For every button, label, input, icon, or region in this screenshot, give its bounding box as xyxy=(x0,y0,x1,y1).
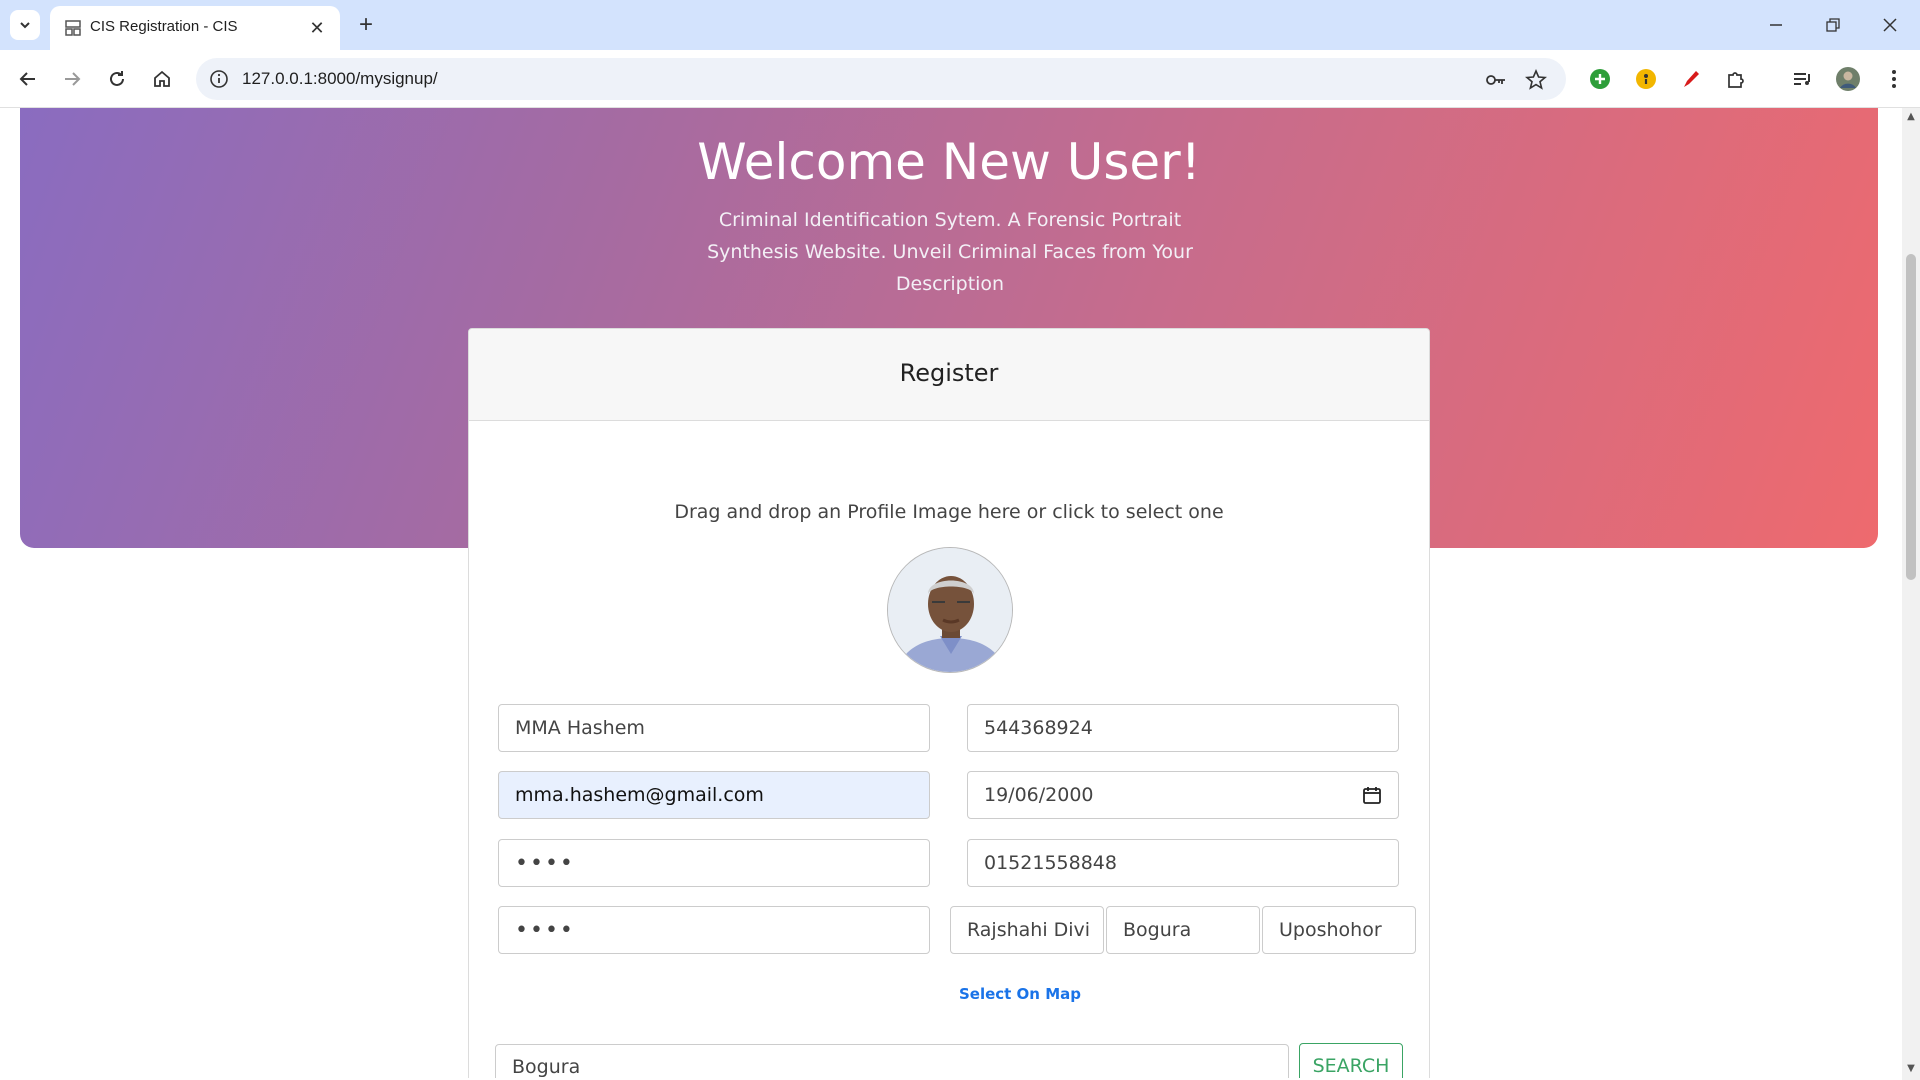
page-viewport: Welcome New User! Criminal Identificatio… xyxy=(0,108,1902,1078)
browser-menu-icon[interactable] xyxy=(1880,65,1908,93)
back-button[interactable] xyxy=(12,63,44,95)
minimize-button[interactable] xyxy=(1756,9,1796,41)
extension-green-plus-icon[interactable] xyxy=(1586,65,1614,93)
address-bar[interactable]: 127.0.0.1:8000/mysignup/ xyxy=(196,58,1566,100)
register-title: Register xyxy=(899,359,999,387)
home-button[interactable] xyxy=(146,63,178,95)
close-tab-icon[interactable]: ✕ xyxy=(306,17,328,39)
nid-input[interactable]: 544368924 xyxy=(967,704,1399,752)
upazila-input[interactable]: Uposhohor xyxy=(1262,906,1416,954)
arrow-left-icon xyxy=(19,72,35,86)
new-tab-button[interactable]: + xyxy=(352,11,380,39)
extension-yellow-icon[interactable] xyxy=(1632,65,1660,93)
site-info-icon[interactable] xyxy=(208,68,230,90)
password-input[interactable]: •••• xyxy=(498,839,930,887)
scroll-up-arrow-icon[interactable]: ▲ xyxy=(1906,112,1916,122)
district-input[interactable]: Bogura xyxy=(1106,906,1260,954)
restore-button[interactable] xyxy=(1813,9,1853,41)
select-on-map-link[interactable]: Select On Map xyxy=(0,985,1902,1003)
register-card-header: Register xyxy=(469,329,1429,421)
date-of-birth-input[interactable]: 19/06/2000 xyxy=(967,771,1399,819)
profile-image-preview[interactable] xyxy=(887,547,1013,673)
profile-avatar-icon[interactable] xyxy=(1834,65,1862,93)
full-name-input[interactable]: MMA Hashem xyxy=(498,704,930,752)
active-tab[interactable]: CIS Registration - CIS ✕ xyxy=(50,6,340,50)
confirm-password-input[interactable]: •••• xyxy=(498,906,930,954)
tab-search-button[interactable] xyxy=(10,10,40,40)
extensions-puzzle-icon[interactable] xyxy=(1722,65,1750,93)
division-input[interactable]: Rajshahi Divi xyxy=(950,906,1104,954)
reload-icon xyxy=(110,71,124,86)
scroll-down-arrow-icon[interactable]: ▼ xyxy=(1906,1064,1916,1074)
close-window-button[interactable] xyxy=(1870,9,1910,41)
forward-button[interactable] xyxy=(56,63,88,95)
location-search-input[interactable]: Bogura xyxy=(495,1044,1289,1078)
date-of-birth-value: 19/06/2000 xyxy=(984,784,1094,806)
scrollbar-thumb[interactable] xyxy=(1906,254,1916,580)
chevron-down-icon xyxy=(20,22,30,29)
home-icon xyxy=(154,70,170,87)
page-subtitle: Criminal Identification Sytem. A Forensi… xyxy=(707,209,1193,295)
register-card: Register Drag and drop an Profile Image … xyxy=(468,328,1430,1078)
phone-input[interactable]: 01521558848 xyxy=(967,839,1399,887)
close-icon xyxy=(1883,18,1897,32)
url-text: 127.0.0.1:8000/mysignup/ xyxy=(242,69,438,88)
search-button[interactable]: SEARCH xyxy=(1299,1043,1403,1078)
tab-title: CIS Registration - CIS xyxy=(90,18,238,35)
reload-button[interactable] xyxy=(101,63,133,95)
calendar-icon[interactable] xyxy=(1362,785,1382,805)
password-key-icon[interactable] xyxy=(1484,68,1508,92)
page-scrollbar[interactable]: ▲ ▼ xyxy=(1902,108,1920,1080)
arrow-right-icon xyxy=(65,72,81,86)
tab-strip: CIS Registration - CIS ✕ + xyxy=(0,0,1920,50)
page-favicon-icon xyxy=(65,20,81,36)
minimize-icon xyxy=(1770,24,1782,26)
email-input[interactable]: mma.hashem@gmail.com xyxy=(498,771,930,819)
browser-toolbar: 127.0.0.1:8000/mysignup/ xyxy=(0,50,1920,108)
bookmark-star-icon[interactable] xyxy=(1524,68,1548,92)
profile-image-dropzone[interactable]: Drag and drop an Profile Image here or c… xyxy=(469,501,1429,523)
restore-icon xyxy=(1826,18,1840,32)
page-title: Welcome New User! xyxy=(697,133,1201,191)
extension-pen-icon[interactable] xyxy=(1677,65,1705,93)
media-control-icon[interactable] xyxy=(1788,65,1816,93)
